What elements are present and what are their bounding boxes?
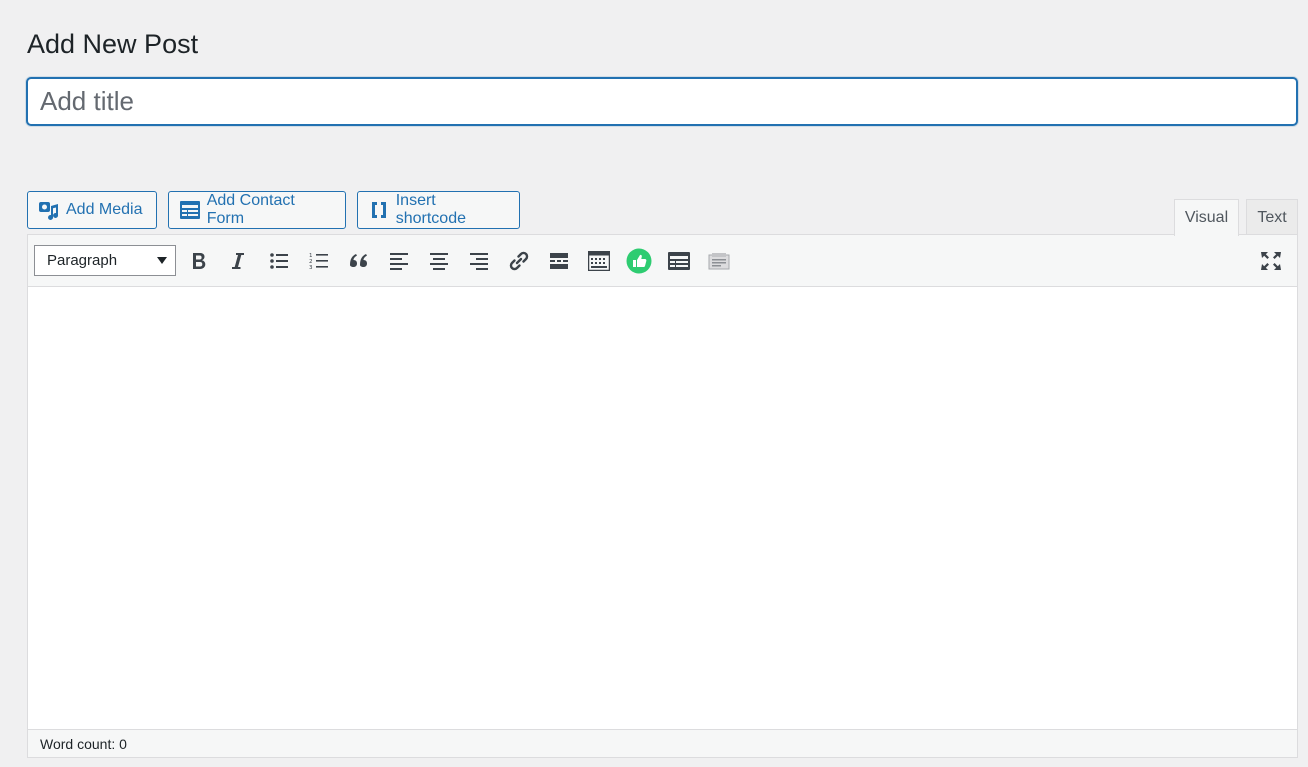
dropdown-arrow-icon — [157, 257, 167, 264]
thumbs-up-icon — [626, 248, 652, 274]
align-left-icon — [390, 253, 408, 270]
page-break-icon — [708, 253, 730, 270]
editor-statusbar: Word count: 0 — [28, 729, 1297, 757]
word-count: Word count: 0 — [40, 735, 127, 752]
tab-text[interactable]: Text — [1246, 199, 1298, 235]
bulleted-list-button[interactable] — [264, 247, 294, 275]
svg-text:3: 3 — [309, 265, 313, 270]
format-select-value: Paragraph — [47, 252, 118, 269]
align-left-button[interactable] — [384, 247, 414, 275]
tab-visual[interactable]: Visual — [1174, 199, 1239, 236]
format-select[interactable]: Paragraph — [34, 245, 176, 276]
fullscreen-button[interactable] — [1256, 247, 1286, 275]
numbered-list-icon: 1 2 3 — [309, 253, 328, 270]
bulleted-list-icon — [270, 253, 288, 269]
italic-icon — [232, 253, 244, 269]
blockquote-icon — [350, 254, 367, 267]
link-icon — [509, 251, 529, 271]
page-title: Add New Post — [27, 29, 199, 59]
editor-content-area[interactable] — [28, 287, 1297, 729]
align-center-icon — [430, 253, 448, 270]
toolbar-toggle-button[interactable] — [584, 247, 614, 275]
toolbar-toggle-icon — [588, 251, 610, 271]
add-contact-form-button[interactable]: Add Contact Form — [168, 191, 346, 229]
align-center-button[interactable] — [424, 247, 454, 275]
add-contact-form-label: Add Contact Form — [206, 192, 295, 227]
page-break-button[interactable] — [704, 247, 734, 275]
bold-icon — [193, 253, 206, 269]
align-right-button[interactable] — [464, 247, 494, 275]
bold-button[interactable] — [184, 247, 214, 275]
read-more-icon — [550, 253, 568, 269]
insert-form-button[interactable] — [664, 247, 694, 275]
add-media-button[interactable]: Add Media — [27, 191, 157, 229]
italic-button[interactable] — [223, 247, 253, 275]
contact-form-icon — [179, 199, 201, 221]
blockquote-button[interactable] — [344, 247, 374, 275]
form-icon — [668, 252, 690, 270]
shortcode-icon — [368, 199, 390, 221]
read-more-button[interactable] — [544, 247, 574, 275]
add-media-label: Add Media — [66, 201, 143, 218]
insert-shortcode-label: Insert shortcode — [395, 192, 466, 227]
add-media-icon — [38, 199, 60, 221]
insert-shortcode-button[interactable]: Insert shortcode — [357, 191, 520, 229]
fullscreen-icon — [1261, 252, 1281, 270]
post-title-input[interactable] — [26, 77, 1298, 126]
thumbs-up-button[interactable] — [624, 247, 654, 275]
editor-toolbar: Paragraph 1 2 3 — [28, 235, 1297, 287]
align-right-icon — [470, 253, 488, 270]
numbered-list-button[interactable]: 1 2 3 — [304, 247, 334, 275]
editor-container: Paragraph 1 2 3 Word count: 0 — [27, 234, 1298, 758]
insert-link-button[interactable] — [504, 247, 534, 275]
